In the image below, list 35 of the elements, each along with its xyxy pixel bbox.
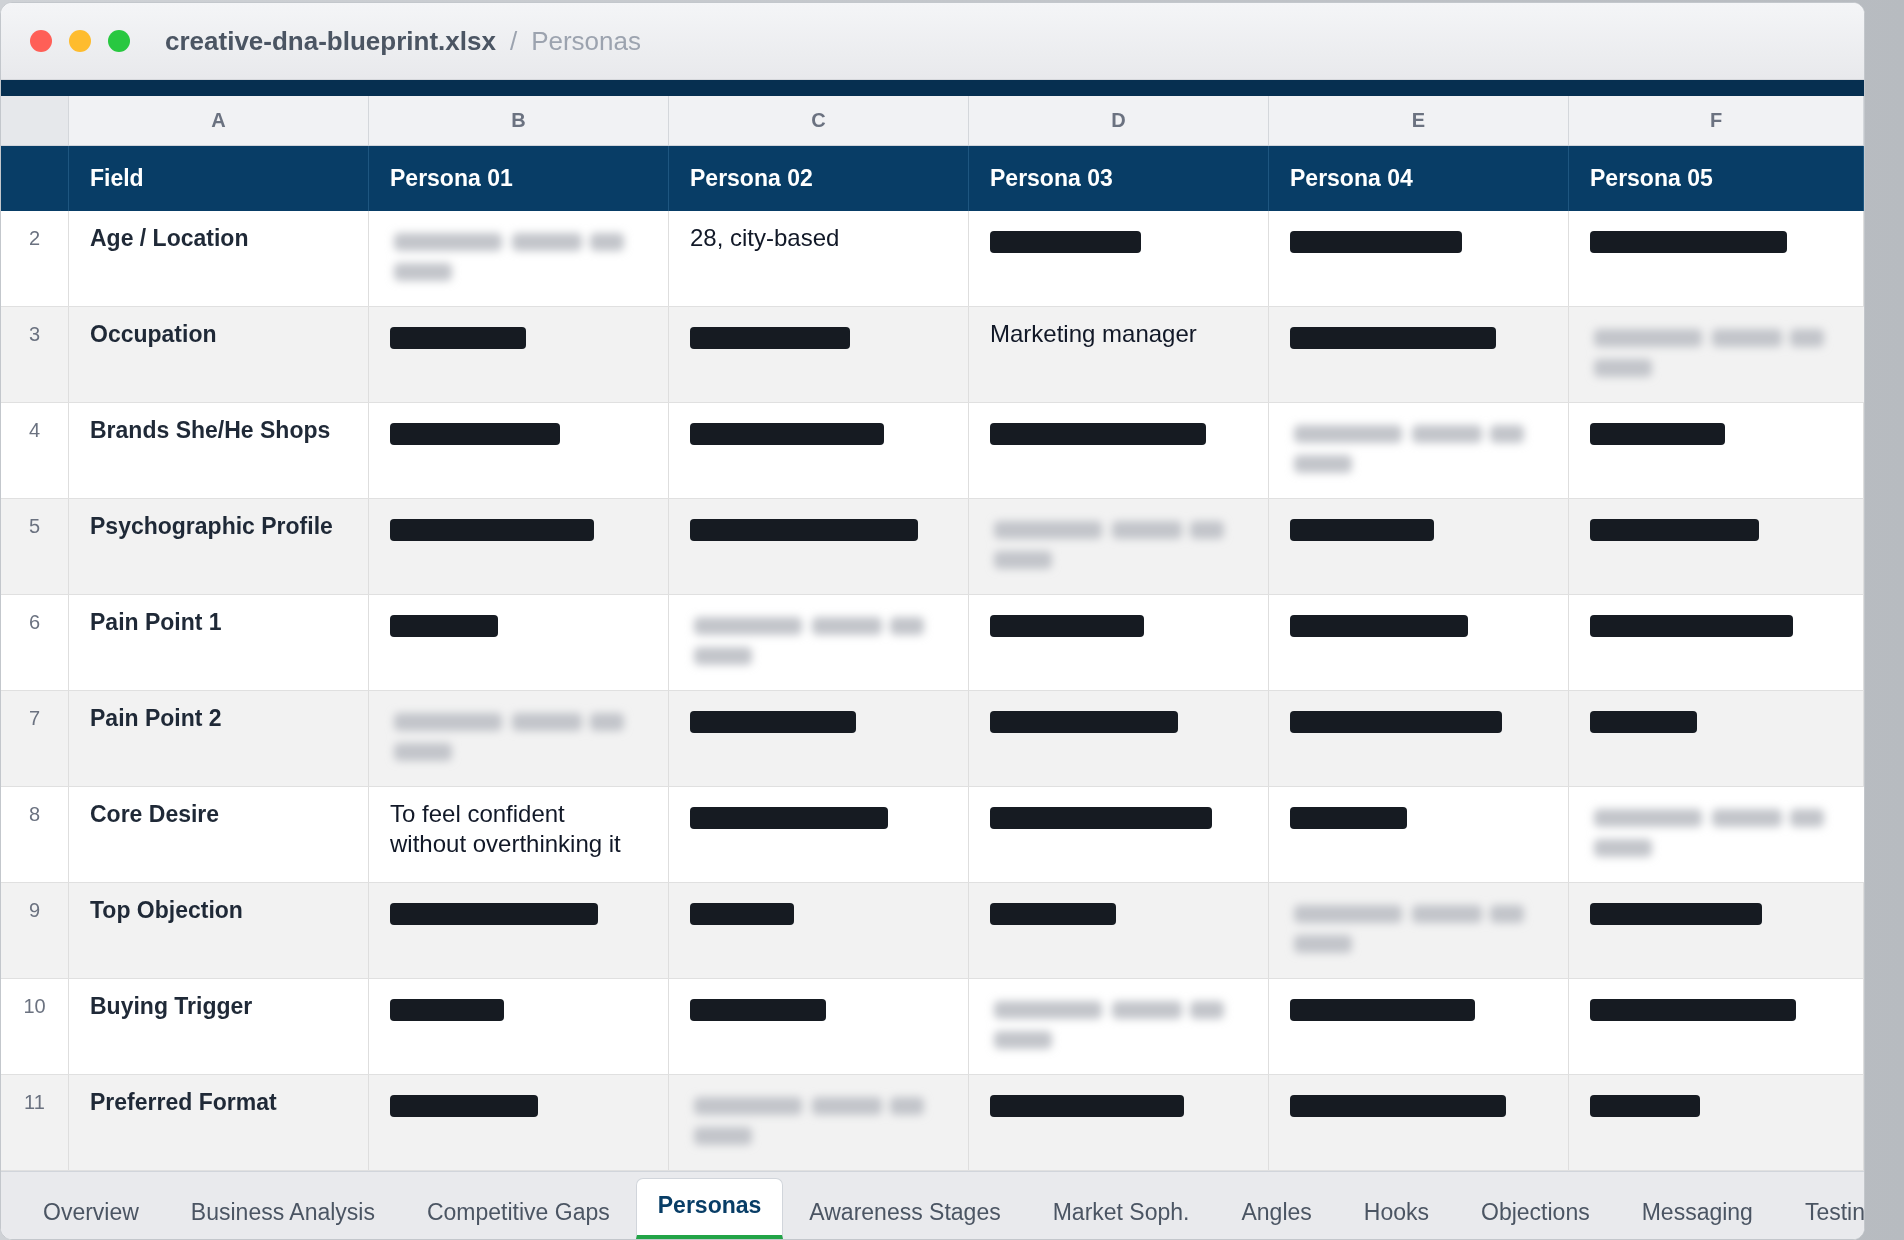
sheet-tab[interactable]: Personas [635,1178,784,1239]
column-letter: C [669,96,969,145]
corner-cell[interactable] [1,96,69,145]
sheet-tab[interactable]: Testin [1778,1178,1864,1239]
column-letter: F [1569,96,1864,145]
row-header-cell: Pain Point 2 [69,691,369,786]
row-number: 3 [1,307,69,402]
column-letter: D [969,96,1269,145]
row-header-cell: Occupation [69,307,369,402]
row-header-cell: Preferred Format [69,1075,369,1170]
column-letter: E [1269,96,1569,145]
column-letter: B [369,96,669,145]
sheet-tab[interactable]: Business Analysis [164,1178,401,1239]
sheet-tab[interactable]: Competitive Gaps [400,1178,636,1239]
row-number: 11 [1,1075,69,1170]
sheet-tab[interactable]: Angles [1215,1178,1338,1239]
row-number: 5 [1,499,69,594]
row-number: 9 [1,883,69,978]
maximize-icon[interactable] [108,30,130,52]
sheet-name: Personas [531,25,641,57]
sheet-tab[interactable]: Overview [17,1178,165,1239]
sheet-tab[interactable]: Hooks [1337,1178,1455,1239]
row-header-cell: Psychographic Profile [69,499,369,594]
row-number: 7 [1,691,69,786]
sheet-tab[interactable]: Objections [1455,1178,1616,1239]
file-name: creative-dna-blueprint.xlsx [165,25,496,57]
column-letter: A [69,96,369,145]
breadcrumb-separator: / [509,25,518,57]
sheet-tab[interactable]: Market Soph. [1026,1178,1216,1239]
minimize-icon[interactable] [69,30,91,52]
sheet-tab[interactable]: Messaging [1615,1178,1779,1239]
row-header-cell: Top Objection [69,883,369,978]
sheet-tab[interactable]: Awareness Stages [783,1178,1027,1239]
table-cell: Marketing manager [969,307,1269,402]
close-icon[interactable] [30,30,52,52]
